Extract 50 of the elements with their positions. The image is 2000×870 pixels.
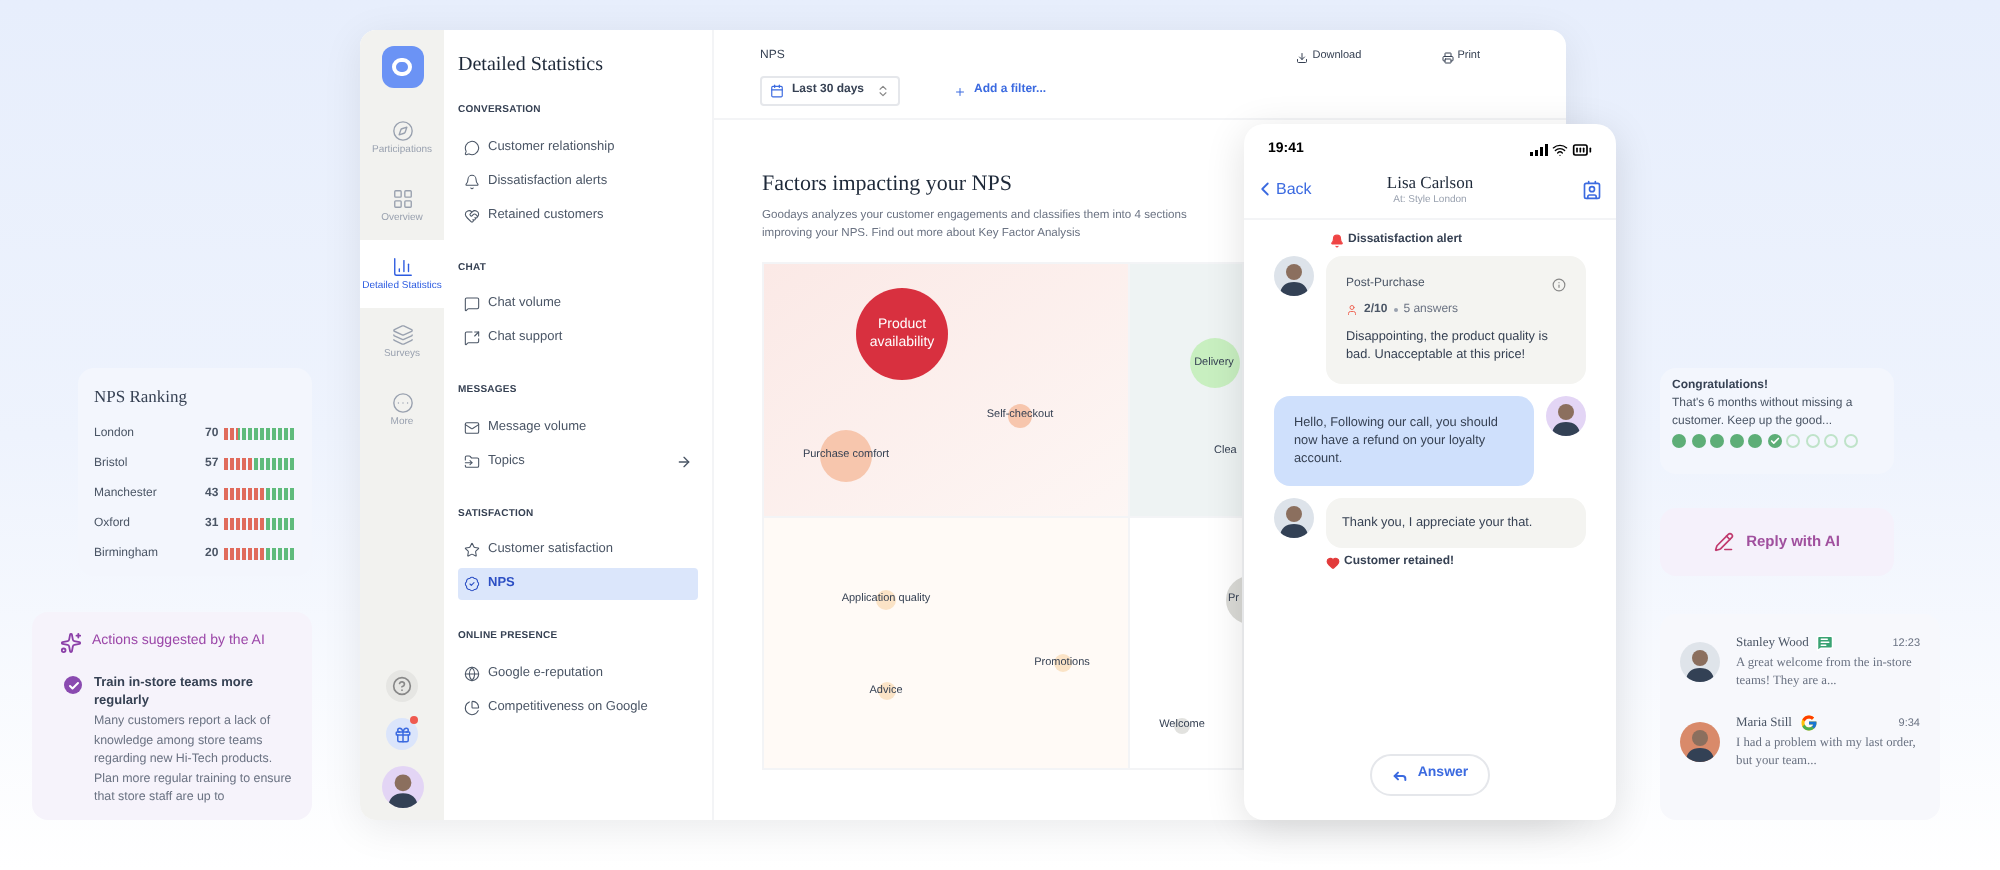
info-icon	[1552, 277, 1566, 292]
google-icon	[1799, 714, 1818, 733]
person-icon	[1346, 304, 1358, 317]
bell-icon	[1330, 233, 1344, 248]
globe-icon	[464, 665, 480, 681]
contact-card-icon[interactable]	[1582, 179, 1602, 200]
calendar-icon	[770, 84, 784, 98]
customer-avatar	[1274, 255, 1314, 296]
mail-icon	[464, 419, 480, 435]
checkbox[interactable]	[64, 676, 82, 694]
folder-icon	[464, 453, 480, 469]
panel-title: Detailed Statistics	[458, 52, 605, 80]
sparkle-icon	[60, 632, 82, 654]
heart-icon	[1326, 555, 1340, 570]
wifi-icon	[1552, 142, 1568, 159]
heart-hand-icon	[464, 207, 480, 223]
sender-avatar	[1680, 641, 1720, 682]
logo-icon	[381, 46, 423, 88]
signal-icon	[1530, 144, 1548, 157]
chat-bubble-icon	[464, 139, 480, 155]
ellipsis-icon	[391, 391, 413, 414]
bell-icon	[464, 173, 480, 189]
chevron-updown-icon	[876, 84, 891, 98]
download-icon	[1296, 51, 1309, 63]
printer-icon	[1441, 51, 1454, 63]
plus-icon	[954, 85, 967, 97]
pencil-icon	[1714, 532, 1735, 552]
bar-chart-icon	[391, 255, 413, 278]
reply-icon	[1391, 767, 1408, 783]
section-title: Factors impacting your NPS	[762, 170, 1012, 200]
chat-icon	[1816, 634, 1835, 653]
agent-avatar	[1546, 395, 1586, 436]
share-message-icon	[464, 330, 480, 346]
contact-name: Lisa Carlson	[1386, 169, 1474, 194]
back-button[interactable]: Back	[1254, 177, 1354, 202]
user-avatar	[381, 766, 423, 808]
gift-icon	[393, 725, 411, 743]
gift-button[interactable]	[386, 718, 418, 750]
battery-icon	[1572, 140, 1592, 161]
star-icon	[464, 542, 480, 558]
customer-avatar	[1274, 497, 1314, 538]
pie-chart-icon	[464, 699, 480, 715]
sender-avatar	[1680, 721, 1720, 762]
help-button[interactable]	[386, 670, 418, 702]
layers-icon	[391, 323, 413, 346]
badge-icon	[464, 576, 480, 592]
compass-icon	[391, 119, 413, 142]
card-title: NPS Ranking	[94, 384, 190, 410]
help-icon	[392, 676, 412, 696]
grid-icon	[391, 187, 413, 210]
